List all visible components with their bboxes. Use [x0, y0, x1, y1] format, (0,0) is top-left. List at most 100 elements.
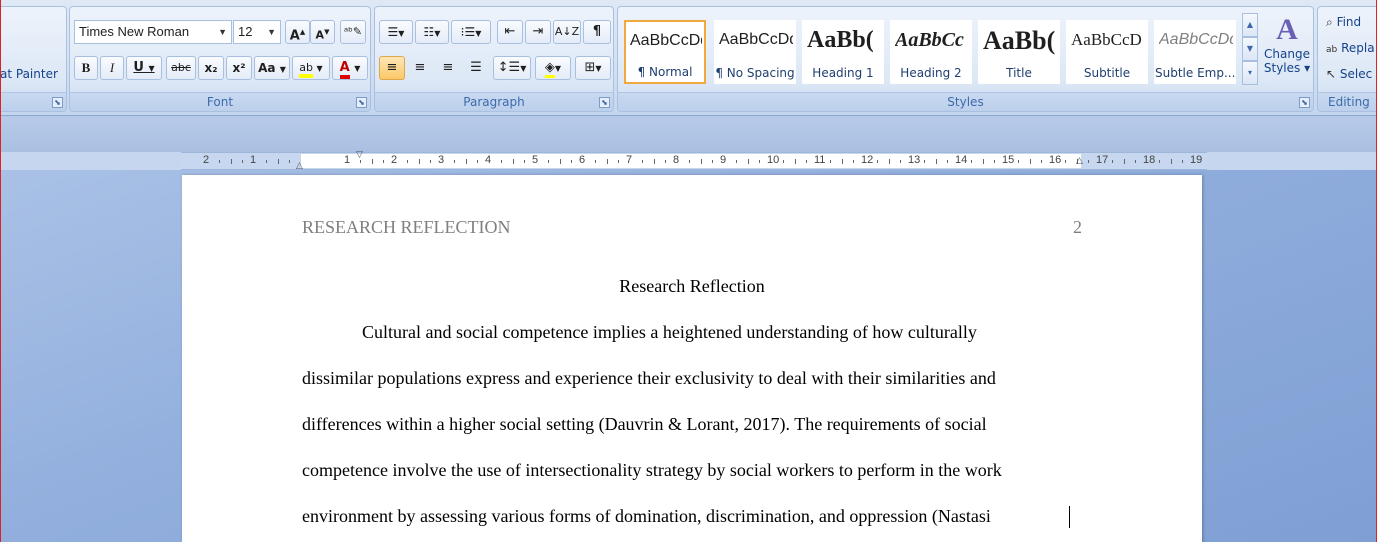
style-subtle-emphasis[interactable]: AaBbCcDd Subtle Emp...: [1154, 20, 1236, 84]
ruler-number: 6: [579, 154, 586, 166]
chevron-down-icon: ▼: [148, 64, 155, 73]
ruler-number: 8: [673, 154, 680, 166]
select-button[interactable]: ↖ Selec: [1326, 67, 1372, 81]
ruler-tick: [1017, 160, 1019, 163]
word-window: at Painter ⬊ Times New Roman ▼ 12 ▼ A▲ A…: [0, 0, 1377, 542]
chevron-down-icon: ▼: [520, 64, 527, 73]
ruler-tick: [935, 159, 937, 164]
sort-button[interactable]: A↓Z: [553, 20, 581, 44]
editing-group-label: Editing: [1318, 92, 1376, 111]
font-color-icon: A: [339, 60, 350, 79]
borders-icon: ⊞: [584, 60, 596, 75]
superscript-button[interactable]: x²: [226, 56, 252, 80]
ruler-tick: [500, 160, 502, 163]
chevron-down-icon: ▼: [434, 29, 441, 38]
first-line-indent-marker[interactable]: ▽: [356, 150, 363, 160]
bullets-button[interactable]: ☰▼: [379, 20, 413, 44]
format-painter-button[interactable]: at Painter: [1, 67, 58, 81]
ribbon: at Painter ⬊ Times New Roman ▼ 12 ▼ A▲ A…: [1, 0, 1376, 116]
font-group-label: Font: [70, 92, 370, 111]
document-page[interactable]: RESEARCH REFLECTION 2 Research Reflectio…: [182, 175, 1202, 542]
right-indent-marker[interactable]: △: [1076, 156, 1083, 166]
bold-button[interactable]: B: [74, 56, 98, 80]
styles-dialog-launcher[interactable]: ⬊: [1299, 97, 1310, 108]
decrease-indent-button[interactable]: ⇤: [497, 20, 523, 44]
highlight-button[interactable]: ab ▼: [292, 56, 330, 80]
change-styles-button[interactable]: A Change Styles ▾: [1262, 13, 1312, 89]
ruler-tick: [289, 160, 291, 163]
shrink-font-button[interactable]: A▼: [310, 20, 335, 44]
replace-button[interactable]: ab Repla: [1326, 41, 1375, 55]
increase-indent-button[interactable]: ⇥: [525, 20, 551, 44]
ruler-tick: [1135, 160, 1137, 163]
style-subtitle[interactable]: AaBbCcD Subtitle: [1066, 20, 1148, 84]
align-center-icon: ≡: [414, 60, 426, 75]
grow-font-button[interactable]: A▲: [285, 20, 310, 44]
ruler-tick: [1182, 160, 1184, 163]
font-name-box[interactable]: Times New Roman ▼: [74, 20, 232, 44]
ruler-tick: [465, 159, 467, 164]
ruler-tick: [512, 159, 514, 164]
ruler-tick: [782, 160, 784, 163]
style-title[interactable]: AaBb( Title: [978, 20, 1060, 84]
ruler-tick: [982, 159, 984, 164]
horizontal-ruler[interactable]: 2 1 1 2 3 4 5 6 7 8 9 10 11 12 13 14 15 16 17 18 19 ▽ △ △: [181, 150, 1207, 171]
style-heading-1[interactable]: AaBb( Heading 1: [802, 20, 884, 84]
font-size-box[interactable]: 12 ▼: [233, 20, 281, 44]
ruler-number: 13: [908, 154, 921, 166]
show-hide-button[interactable]: ¶: [583, 20, 611, 44]
gallery-more-button[interactable]: ▾: [1242, 61, 1258, 85]
gallery-up-button[interactable]: ▲: [1242, 13, 1258, 37]
font-color-button[interactable]: A ▼: [332, 56, 368, 80]
underline-button[interactable]: U ▼: [126, 56, 162, 80]
style-normal[interactable]: AaBbCcDd ¶ Normal: [624, 20, 706, 84]
ruler-tick: [571, 160, 573, 163]
ruler-number: 9: [720, 154, 727, 166]
clear-formatting-button[interactable]: ᵃᵇ✎: [340, 20, 366, 44]
paragraph-group: ☰▼ ☷▼ ⁝☰▼ ⇤ ⇥ A↓Z ¶ ≡ ≡ ≡ ☰ ↕☰▼ ◈▼ ⊞▼ Pa…: [374, 6, 614, 112]
ruler-tick: [230, 159, 232, 164]
clipboard-dialog-launcher[interactable]: ⬊: [52, 97, 63, 108]
justify-icon: ☰: [470, 60, 482, 75]
justify-button[interactable]: ☰: [463, 56, 489, 80]
multilevel-list-button[interactable]: ⁝☰▼: [451, 20, 491, 44]
change-case-button[interactable]: Aa ▼: [254, 56, 290, 80]
ruler-tick: [641, 160, 643, 163]
subscript-button[interactable]: x₂: [198, 56, 224, 80]
align-right-button[interactable]: ≡: [435, 56, 461, 80]
ruler-number: 14: [955, 154, 968, 166]
paragraph-dialog-launcher[interactable]: ⬊: [599, 97, 610, 108]
borders-button[interactable]: ⊞▼: [575, 56, 611, 80]
ruler-number: 18: [1143, 154, 1156, 166]
ruler-number: 7: [626, 154, 633, 166]
chevron-down-icon: ▼: [475, 29, 482, 38]
multilevel-list-icon: ⁝☰: [460, 25, 476, 39]
strikethrough-button[interactable]: abc: [166, 56, 196, 80]
align-left-button[interactable]: ≡: [379, 56, 405, 80]
binoculars-icon: ⌕: [1326, 15, 1333, 29]
cursor-arrow-icon: ↖: [1326, 67, 1337, 81]
font-dialog-launcher[interactable]: ⬊: [356, 97, 367, 108]
sort-icon: A↓Z: [554, 25, 580, 38]
shading-button[interactable]: ◈▼: [535, 56, 571, 80]
italic-button[interactable]: I: [100, 56, 124, 80]
style-no-spacing[interactable]: AaBbCcDd ¶ No Spacing: [714, 20, 796, 84]
chevron-down-icon: ▼: [398, 29, 405, 38]
numbering-button[interactable]: ☷▼: [415, 20, 449, 44]
styles-group-label: Styles: [618, 92, 1313, 111]
line-spacing-button[interactable]: ↕☰▼: [493, 56, 531, 80]
ruler-tick: [1123, 159, 1125, 164]
gallery-down-button[interactable]: ▼: [1242, 37, 1258, 61]
ruler-tick: [794, 159, 796, 164]
styles-group: AaBbCcDd ¶ Normal AaBbCcDd ¶ No Spacing …: [617, 6, 1314, 112]
ruler-tick: [806, 160, 808, 163]
ruler-number: 16: [1049, 154, 1062, 166]
ruler-tick: [242, 160, 244, 163]
align-center-button[interactable]: ≡: [407, 56, 433, 80]
ruler-number: 12: [861, 154, 874, 166]
ruler-tick: [888, 159, 890, 164]
style-heading-2[interactable]: AaBbCc Heading 2: [890, 20, 972, 84]
find-button[interactable]: ⌕ Find: [1326, 15, 1361, 30]
change-styles-icon: A: [1276, 13, 1298, 46]
ruler-number: 1: [344, 154, 351, 166]
